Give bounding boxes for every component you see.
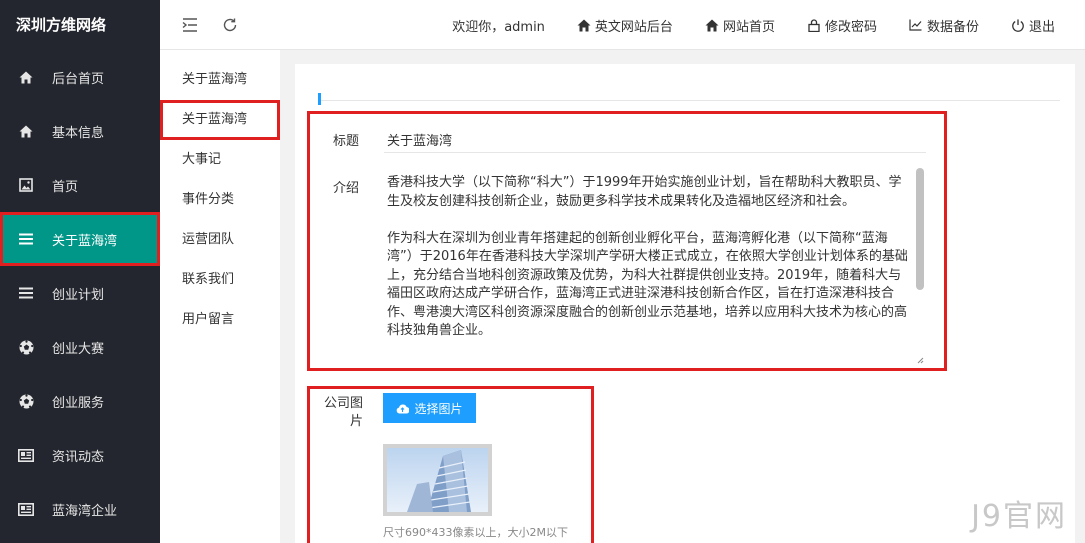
intro-paragraph: 香港科技大学（以下简称“科大”）于1999年开始实施创业计划，旨在帮助科大教职员… — [387, 175, 902, 209]
sidebar-item-9[interactable]: 蓝海湾企业 — [0, 482, 160, 536]
textarea-scrollbar[interactable] — [915, 168, 925, 366]
sidebar-item-3[interactable]: 首页 — [0, 158, 160, 212]
header-link-label: 修改密码 — [824, 19, 877, 35]
header-link-label: 数据备份 — [926, 19, 979, 35]
sidebar-item-label: 创业大赛 — [52, 341, 105, 357]
refresh-icon[interactable] — [220, 15, 240, 35]
soccer-ball-icon — [18, 339, 34, 355]
sidebar-item-label: 后台首页 — [52, 71, 105, 87]
subnav-item-6[interactable]: 联系我们 — [160, 260, 280, 300]
company-image-preview — [383, 444, 492, 516]
title-label: 标题 — [333, 134, 360, 149]
power-icon — [1011, 18, 1025, 32]
sidebar-item-6[interactable]: 创业大赛 — [0, 320, 160, 374]
home-icon — [577, 18, 591, 32]
header-link-2[interactable]: 网站首页 — [705, 16, 775, 35]
intro-textarea[interactable]: 香港科技大学（以下简称“科大”）于1999年开始实施创业计划，旨在帮助科大教职员… — [384, 168, 926, 366]
home-icon — [18, 69, 34, 85]
subnav-item-2[interactable]: 关于蓝海湾 — [160, 100, 280, 140]
cloud-upload-icon — [397, 404, 410, 414]
list-icon — [18, 231, 34, 247]
image-size-hint: 尺寸690*433像素以上，大小2M以下 — [383, 526, 568, 539]
watermark-text: J9官网 — [971, 499, 1067, 534]
sidebar-item-1[interactable]: 后台首页 — [0, 50, 160, 104]
brand-logo: 深圳方维网络 — [16, 16, 107, 34]
sidebar-item-5[interactable]: 创业计划 — [0, 266, 160, 320]
collapse-menu-icon[interactable] — [180, 15, 200, 35]
subnav-item-1[interactable]: 关于蓝海湾 — [160, 60, 280, 100]
choose-image-button[interactable]: 选择图片 — [383, 393, 476, 423]
header-links: 欢迎你，admin 英文网站后台 网站首页 修改密码 数据备份 退出 — [452, 0, 1055, 50]
sidebar-nav: 后台首页基本信息首页关于蓝海湾创业计划创业大赛创业服务资讯动态蓝海湾企业 — [0, 50, 160, 536]
header-link-label: 退出 — [1028, 19, 1055, 35]
top-header: 欢迎你，admin 英文网站后台 网站首页 修改密码 数据备份 退出 — [160, 0, 1085, 50]
image-icon — [18, 177, 34, 193]
chart-icon — [909, 18, 923, 32]
header-link-3[interactable]: 修改密码 — [807, 16, 877, 35]
header-link-1[interactable]: 英文网站后台 — [577, 16, 673, 35]
sub-navigation: 关于蓝海湾 关于蓝海湾 大事记 事件分类 运营团队 联系我们 用户留言 — [160, 50, 280, 543]
sidebar-item-label: 蓝海湾企业 — [52, 503, 118, 519]
header-link-label: 英文网站后台 — [594, 19, 673, 35]
sidebar-item-7[interactable]: 创业服务 — [0, 374, 160, 428]
sidebar-item-label: 基本信息 — [52, 125, 105, 141]
soccer-ball-icon — [18, 393, 34, 409]
sidebar-item-label: 资讯动态 — [52, 449, 105, 465]
home-icon — [705, 18, 719, 32]
intro-paragraph: 作为科大在深圳为创业青年搭建起的创新创业孵化平台，蓝海湾孵化港（以下简称“蓝海湾… — [387, 230, 908, 339]
newspaper-icon — [18, 447, 34, 463]
sidebar-item-label: 关于蓝海湾 — [52, 233, 118, 249]
title-input[interactable] — [384, 127, 926, 153]
home-icon — [18, 123, 34, 139]
resize-handle-icon[interactable] — [916, 356, 924, 364]
header-link-4[interactable]: 数据备份 — [909, 16, 979, 35]
sidebar-item-2[interactable]: 基本信息 — [0, 104, 160, 158]
subnav-item-7[interactable]: 用户留言 — [160, 300, 280, 340]
newspaper-icon — [18, 501, 34, 517]
header-link-label: 网站首页 — [722, 19, 775, 35]
sidebar-item-label: 创业计划 — [52, 287, 105, 303]
intro-label: 介绍 — [333, 181, 360, 196]
main-sidebar: 深圳方维网络 后台首页基本信息首页关于蓝海湾创业计划创业大赛创业服务资讯动态蓝海… — [0, 0, 160, 543]
sidebar-item-label: 创业服务 — [52, 395, 105, 411]
sidebar-item-label: 首页 — [52, 179, 79, 195]
subnav-item-4[interactable]: 事件分类 — [160, 180, 280, 220]
sidebar-item-8[interactable]: 资讯动态 — [0, 428, 160, 482]
subnav-item-5[interactable]: 运营团队 — [160, 220, 280, 260]
subnav-item-3[interactable]: 大事记 — [160, 140, 280, 180]
panel-title-bar — [318, 93, 1060, 105]
header-link-5[interactable]: 退出 — [1011, 16, 1055, 35]
content-panel: 标题 介绍 香港科技大学（以下简称“科大”）于1999年开始实施创业计划，旨在帮… — [295, 64, 1075, 543]
building-photo — [407, 450, 471, 512]
image-label: 公司图片 — [323, 396, 363, 429]
choose-image-label: 选择图片 — [414, 401, 463, 416]
list-icon — [18, 285, 34, 301]
sidebar-item-4[interactable]: 关于蓝海湾 — [0, 212, 160, 266]
welcome-text: 欢迎你，admin — [452, 19, 545, 35]
lock-icon — [807, 18, 821, 32]
